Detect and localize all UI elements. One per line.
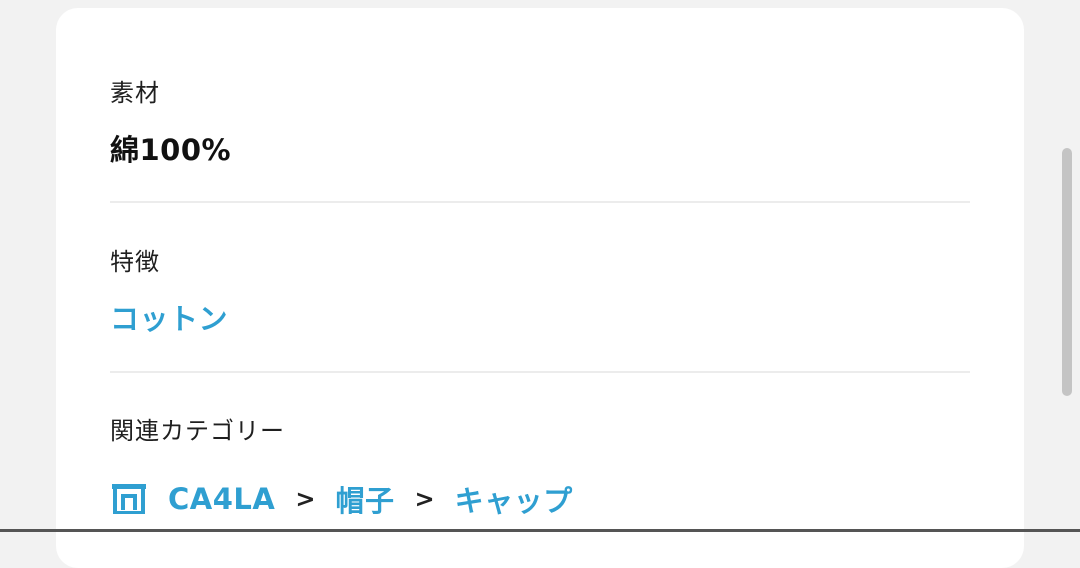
material-section: 素材: [110, 78, 970, 108]
breadcrumb-separator: >: [295, 485, 316, 513]
scrollbar-thumb[interactable]: [1062, 148, 1072, 396]
features-section: 特徴: [110, 247, 970, 277]
divider: [110, 201, 970, 203]
breadcrumb-link-cap[interactable]: キャップ: [455, 478, 573, 520]
features-label: 特徴: [110, 248, 160, 276]
breadcrumb: CA4LA > 帽子 > キャップ: [110, 479, 970, 519]
divider: [110, 371, 970, 373]
store-icon: [110, 482, 148, 516]
related-categories-label: 関連カテゴリー: [110, 417, 285, 445]
breadcrumb-separator: >: [414, 485, 435, 513]
feature-link-cotton[interactable]: コットン: [110, 301, 970, 337]
material-value-row: 綿100%: [110, 132, 970, 168]
related-categories-section: 関連カテゴリー: [110, 416, 970, 446]
features-value-row: コットン: [110, 301, 970, 337]
material-value: 綿100%: [110, 133, 232, 167]
breadcrumb-link-hats[interactable]: 帽子: [335, 478, 394, 520]
breadcrumb-link-brand[interactable]: CA4LA: [168, 482, 275, 516]
material-label: 素材: [110, 79, 160, 107]
